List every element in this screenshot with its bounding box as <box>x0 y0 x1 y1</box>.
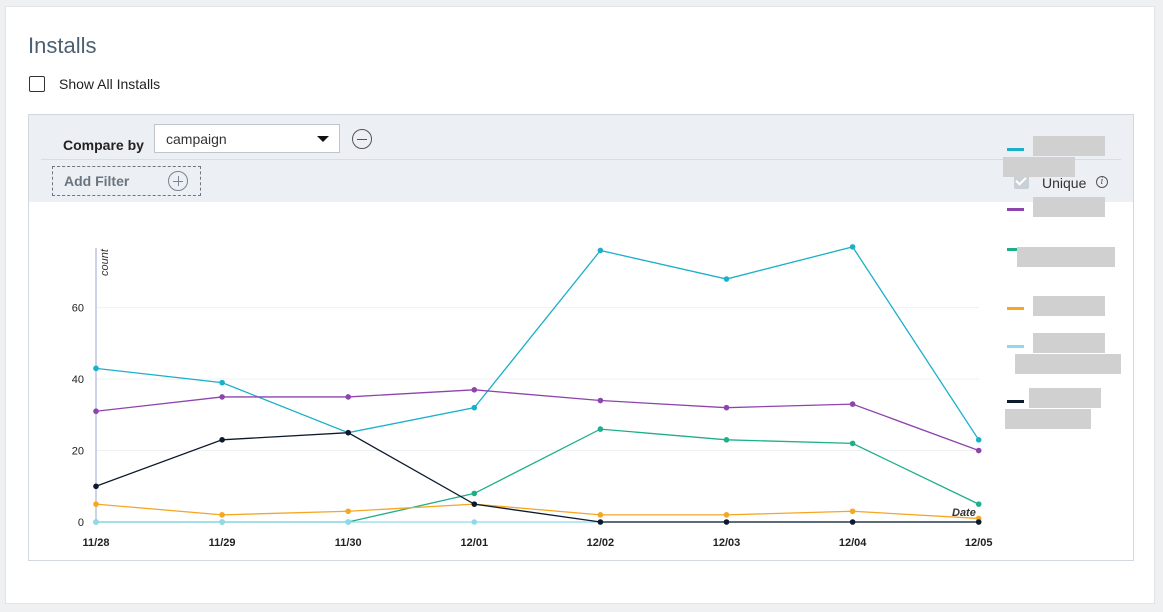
data-point <box>849 519 856 525</box>
data-point <box>597 519 604 525</box>
data-point <box>93 501 99 507</box>
data-point <box>975 501 982 507</box>
legend-swatch[interactable] <box>1007 345 1024 348</box>
data-point <box>723 276 730 282</box>
data-point <box>597 512 604 518</box>
x-tick-label: 12/02 <box>587 537 615 549</box>
data-point <box>849 440 856 447</box>
data-point <box>471 404 478 411</box>
legend-label-redacted <box>1033 197 1105 217</box>
legend-label-redacted <box>1015 354 1121 374</box>
data-point <box>219 379 225 386</box>
legend-swatch[interactable] <box>1007 400 1024 403</box>
data-point <box>597 426 604 432</box>
data-point <box>345 519 352 525</box>
y-tick-label: 0 <box>78 517 84 529</box>
data-point <box>345 429 352 436</box>
data-point <box>723 519 730 525</box>
series-line-2 <box>96 428 979 523</box>
x-tick-label: 11/28 <box>83 537 110 549</box>
legend-label-redacted <box>1029 388 1101 408</box>
data-point <box>471 519 478 525</box>
data-point <box>597 397 604 404</box>
data-point <box>849 508 856 515</box>
y-tick-label: 60 <box>72 303 84 315</box>
x-tick-label: 11/30 <box>335 537 362 549</box>
data-point <box>345 394 352 400</box>
x-tick-label: 11/29 <box>209 537 236 549</box>
series-line-0 <box>95 246 980 441</box>
x-tick-label: 12/04 <box>839 537 867 549</box>
data-point <box>471 501 478 507</box>
page-title: Installs <box>28 33 97 58</box>
legend-label-redacted <box>1033 333 1105 353</box>
y-tick-label: 40 <box>72 374 84 386</box>
data-point <box>849 401 856 407</box>
series-line-5 <box>95 432 979 523</box>
installs-line-chart: count Date 0204060 11/28 11/29 11/30 12/01 1… <box>72 244 993 549</box>
data-point <box>93 519 99 525</box>
data-point <box>723 437 730 443</box>
legend-label-redacted <box>1033 296 1105 316</box>
data-point <box>219 394 225 400</box>
data-point <box>219 437 225 443</box>
series-line-3 <box>95 503 979 520</box>
chart-panel: Compare by campaign Add Filter Unique i … <box>28 114 1134 561</box>
data-point <box>219 512 225 518</box>
data-point <box>471 490 478 497</box>
show-all-label: Show All Installs <box>59 76 161 92</box>
series-line-1 <box>95 389 979 452</box>
x-tick-label: 12/05 <box>965 537 993 549</box>
data-point <box>723 512 730 518</box>
data-point <box>93 408 99 415</box>
y-axis-label: count <box>99 248 111 276</box>
installs-card: Installs Show All Installs Compare by ca… <box>5 6 1155 604</box>
x-tick-label: 12/01 <box>461 537 489 549</box>
legend-label-redacted <box>1033 136 1105 156</box>
show-all-installs-toggle[interactable]: Show All Installs <box>29 76 160 92</box>
data-point <box>219 519 225 525</box>
show-all-checkbox[interactable] <box>29 76 45 92</box>
x-tick-label: 12/03 <box>713 537 741 549</box>
data-point <box>93 483 99 490</box>
legend-swatch[interactable] <box>1007 148 1024 151</box>
data-point <box>93 365 99 372</box>
y-tick-label: 20 <box>72 446 84 458</box>
series-lines <box>93 244 982 525</box>
data-point <box>597 247 604 254</box>
data-point <box>975 437 982 443</box>
data-point <box>975 519 982 525</box>
legend-label-redacted <box>1003 157 1075 177</box>
legend-label-redacted <box>1005 409 1091 429</box>
data-point <box>723 404 730 411</box>
y-tick-labels: 0 20 40 60 <box>72 303 84 529</box>
legend-swatch[interactable] <box>1007 307 1024 310</box>
data-point <box>975 447 982 454</box>
data-point <box>849 244 856 250</box>
legend-label-redacted <box>1017 247 1115 267</box>
legend-swatch[interactable] <box>1007 208 1024 211</box>
data-point <box>471 386 478 393</box>
data-point <box>345 508 352 515</box>
x-tick-labels: 11/28 11/29 11/30 12/01 12/02 12/03 12/04 12/05 <box>83 537 993 549</box>
